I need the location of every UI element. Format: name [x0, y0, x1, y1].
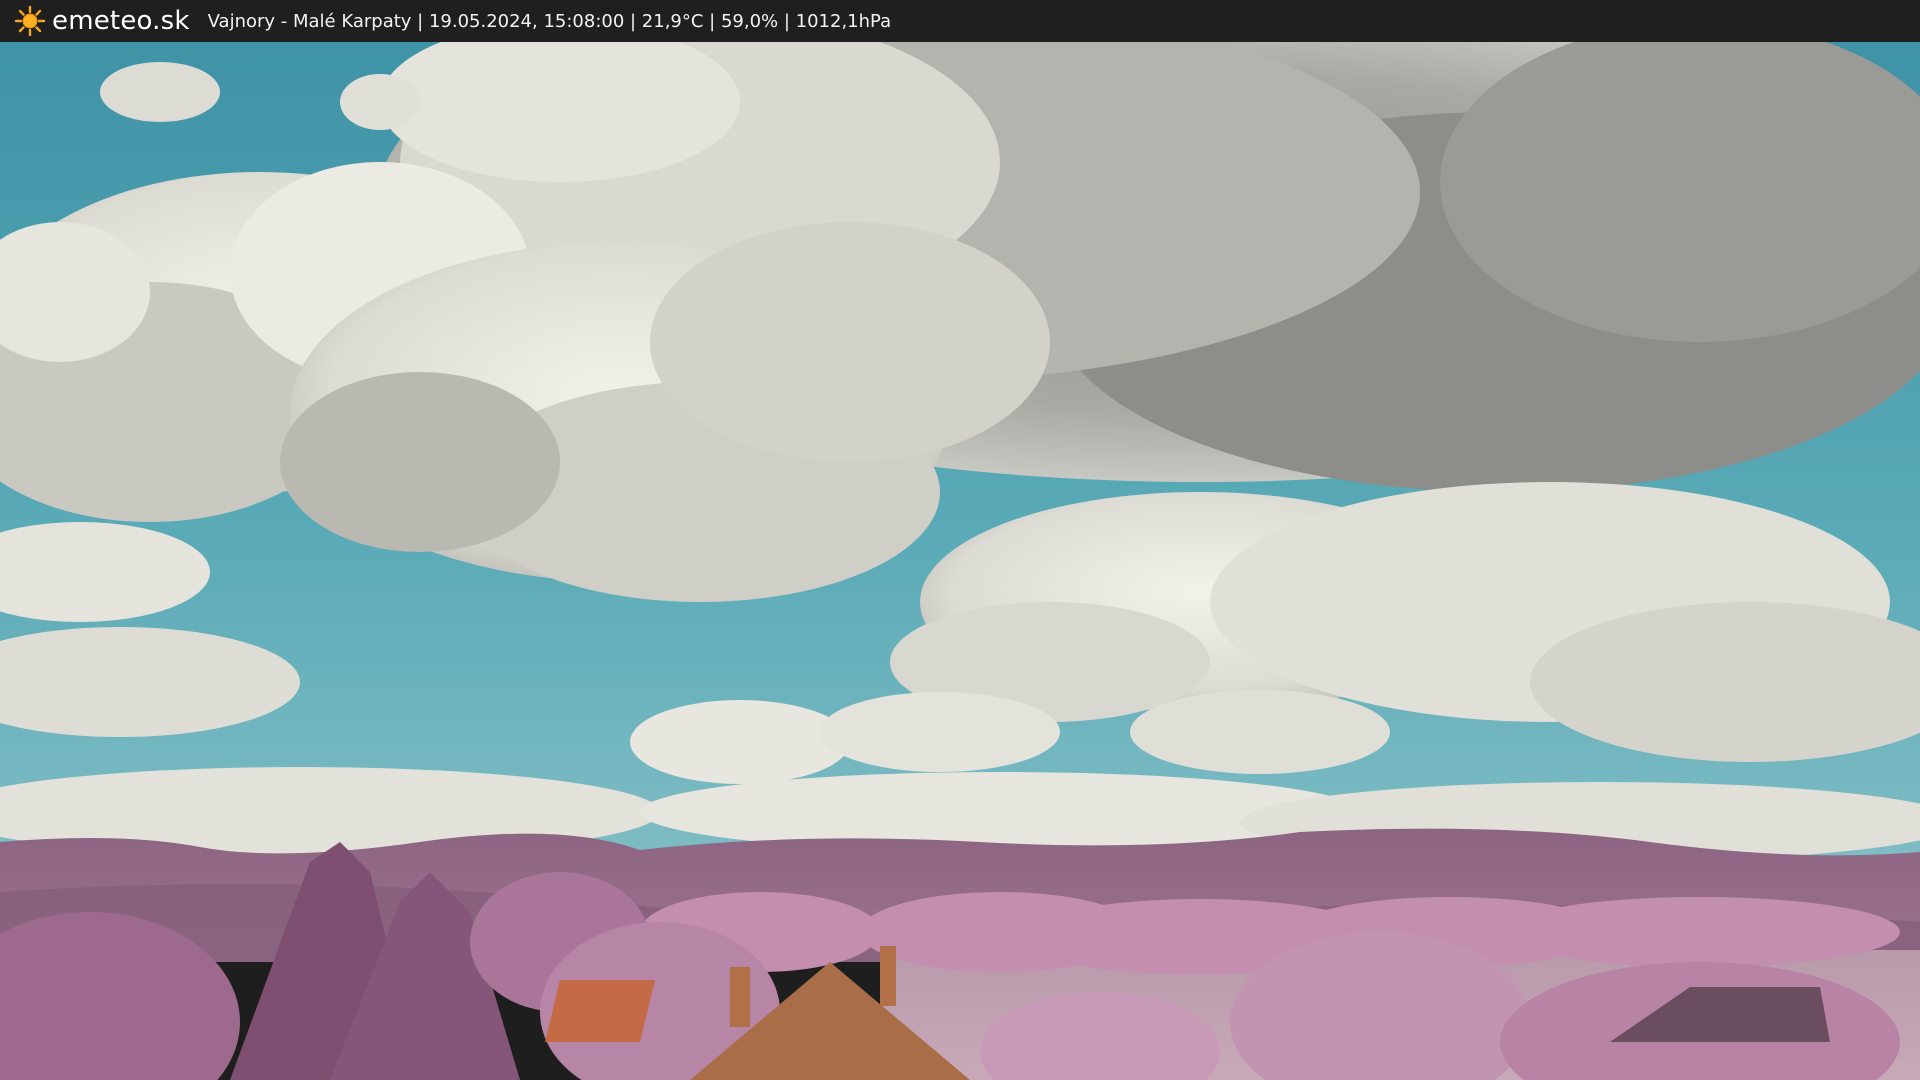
webcam-caption: Vajnory - Malé Karpaty | 19.05.2024, 15:…	[207, 10, 892, 32]
header-bar: emeteo.sk Vajnory - Malé Karpaty | 19.05…	[0, 0, 1920, 42]
brand-logo-text[interactable]: emeteo.sk	[52, 6, 190, 36]
webcam-image	[0, 42, 1920, 1080]
sun-icon	[14, 5, 46, 37]
